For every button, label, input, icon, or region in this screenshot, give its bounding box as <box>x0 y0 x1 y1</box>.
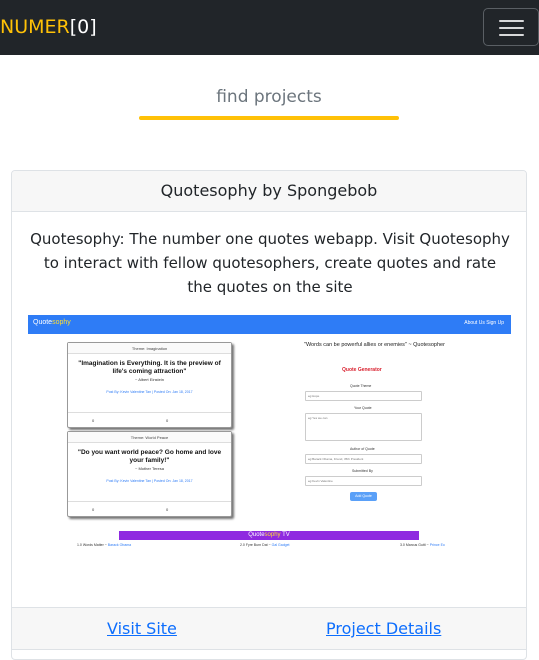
preview-footer-item: 1.0 Words Matter ~ Barack Obama <box>77 543 132 547</box>
preview-footer-item: 3.0 Marcus Gutti ~ Prince Eo <box>400 543 445 547</box>
project-card: Quotesophy by Spongebob Quotesophy: The … <box>11 170 527 660</box>
project-description: Quotesophy: The number one quotes webapp… <box>30 230 510 296</box>
project-screenshot: Quotesophy About Us Sign Up Theme: Imagi… <box>28 315 511 553</box>
preview-quote-card: Theme: Imagination "Imagination is Every… <box>67 342 232 428</box>
preview-nav-links: About Us Sign Up <box>464 320 504 326</box>
project-title: Quotesophy by Spongebob <box>12 171 526 212</box>
preview-brand: Quotesophy <box>33 319 71 326</box>
brand-logo[interactable]: NUMER[0] <box>0 14 97 40</box>
preview-quote-card: Theme: World Peace "Do you want world pe… <box>67 431 232 517</box>
preview-side-quote: "Words can be powerful allies or enemies… <box>304 342 445 348</box>
project-details-link[interactable]: Project Details <box>326 618 441 640</box>
project-card-footer: Visit Site Project Details <box>12 607 526 650</box>
navbar-toggle-button[interactable] <box>483 8 539 46</box>
preview-add-quote-button: Add Quote <box>350 492 377 501</box>
navbar: NUMER[0] <box>0 0 539 55</box>
preview-footer-item: 2.0 Fyre Burn Dat ~ Gal Gadget <box>240 543 290 547</box>
find-projects-label: find projects <box>216 87 322 107</box>
preview-tv-banner: Quotesophy TV <box>119 531 419 540</box>
preview-generator-title: Quote Generator <box>342 367 382 373</box>
preview-navbar: Quotesophy About Us Sign Up <box>28 315 511 334</box>
find-projects-heading: find projects <box>139 84 399 121</box>
brand-name: NUMER <box>0 16 70 38</box>
find-projects-underline <box>139 116 399 120</box>
brand-suffix: [0] <box>69 16 97 38</box>
visit-site-link[interactable]: Visit Site <box>107 618 177 640</box>
